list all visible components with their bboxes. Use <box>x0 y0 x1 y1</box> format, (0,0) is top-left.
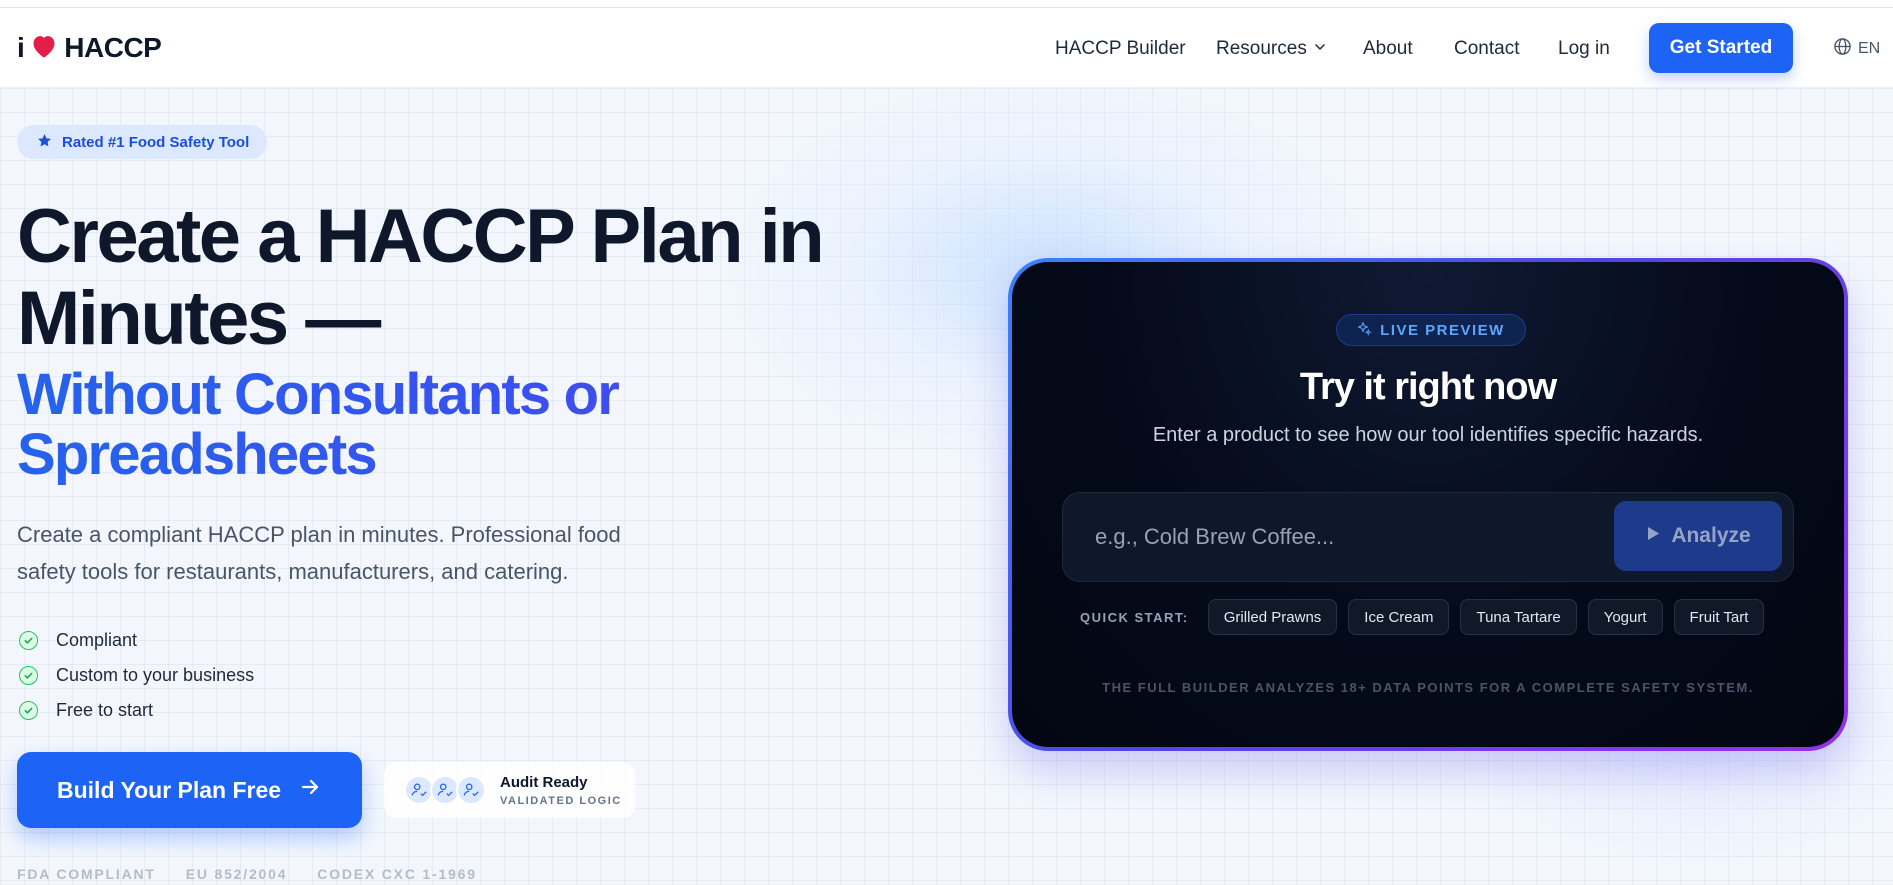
chevron-down-icon <box>1313 38 1327 60</box>
check-circle-icon <box>19 631 38 650</box>
hero-subtitle: Create a compliant HACCP plan in minutes… <box>17 522 621 584</box>
play-icon <box>1645 524 1661 548</box>
globe-icon <box>1833 37 1852 61</box>
nav-resources[interactable]: Resources <box>1216 38 1327 60</box>
nav-login[interactable]: Log in <box>1558 38 1610 60</box>
compliance-item: EU 852/2004 <box>185 866 288 882</box>
rating-badge: Rated #1 Food Safety Tool <box>17 125 267 159</box>
product-input[interactable] <box>1063 493 1603 581</box>
avatar-group <box>404 775 486 805</box>
product-input-group: Analyze <box>1062 492 1794 582</box>
sparkle-icon <box>1357 321 1372 340</box>
compliance-item: FDA COMPLIANT <box>17 866 156 882</box>
feature-item: Compliant <box>19 623 254 658</box>
feature-label: Compliant <box>56 630 138 650</box>
compliance-strip: FDA COMPLIANT EU 852/2004 CODEX CXC 1-19… <box>17 866 477 882</box>
nav-haccp-builder[interactable]: HACCP Builder <box>1055 38 1186 60</box>
audit-ready-card: Audit Ready VALIDATED LOGIC <box>384 762 635 818</box>
quick-start-row: QUICK START: Grilled Prawns Ice Cream Tu… <box>1062 598 1765 636</box>
build-plan-button[interactable]: Build Your Plan Free <box>17 752 362 828</box>
preview-title: Try it right now <box>1299 366 1557 408</box>
language-selector[interactable]: EN <box>1833 37 1880 61</box>
analyze-button[interactable]: Analyze <box>1614 501 1782 571</box>
quick-start-chip[interactable]: Tuna Tartare <box>1460 599 1577 635</box>
feature-checklist: Compliant Custom to your business Free t… <box>19 623 254 728</box>
language-label: EN <box>1858 40 1881 57</box>
audit-title: Audit Ready <box>500 773 588 791</box>
audit-text: Audit Ready VALIDATED LOGIC <box>500 774 622 807</box>
heart-icon <box>30 33 58 64</box>
hero-accent-line1: Without Consultants or <box>17 362 619 427</box>
quick-start-chip[interactable]: Yogurt <box>1587 599 1663 635</box>
hero-title-accent: Without Consultants or Spreadsheets <box>17 365 917 485</box>
live-preview-badge: LIVE PREVIEW <box>1336 314 1526 346</box>
arrow-right-icon <box>299 776 321 804</box>
logo-text: HACCP <box>64 32 162 63</box>
check-circle-icon <box>19 701 38 720</box>
live-preview-card: LIVE PREVIEW Try it right now Enter a pr… <box>1008 258 1848 751</box>
logo-link[interactable]: i HACCP <box>17 32 162 64</box>
quick-start-label: QUICK START: <box>1080 609 1189 625</box>
feature-item: Free to start <box>19 693 254 728</box>
nav-about[interactable]: About <box>1363 38 1413 60</box>
logo-letter: i <box>17 32 25 63</box>
hero-title: Create a HACCP Plan in Minutes — <box>17 196 917 360</box>
quick-start-chip[interactable]: Fruit Tart <box>1673 599 1765 635</box>
check-circle-icon <box>19 666 38 685</box>
preview-footer-note: THE FULL BUILDER ANALYZES 18+ DATA POINT… <box>1102 680 1754 695</box>
nav-resources-label: Resources <box>1216 38 1307 59</box>
user-check-icon <box>456 775 486 805</box>
quick-start-chip[interactable]: Ice Cream <box>1348 599 1450 635</box>
top-strip <box>0 0 1893 8</box>
compliance-item: CODEX CXC 1-1969 <box>317 866 477 882</box>
preview-subtitle: Enter a product to see how our tool iden… <box>1152 424 1704 446</box>
rating-badge-label: Rated #1 Food Safety Tool <box>62 133 250 151</box>
live-preview-card-body: LIVE PREVIEW Try it right now Enter a pr… <box>1012 262 1844 747</box>
nav-contact[interactable]: Contact <box>1454 38 1519 60</box>
top-navigation: i HACCP HACCP Builder Resources About Co… <box>0 8 1893 88</box>
hero-title-line2: Minutes — <box>17 276 381 361</box>
hero-accent-line2: Spreadsheets <box>17 422 376 487</box>
audit-subtitle: VALIDATED LOGIC <box>500 794 622 807</box>
feature-label: Free to start <box>56 700 154 720</box>
live-preview-label: LIVE PREVIEW <box>1380 321 1505 339</box>
analyze-label: Analyze <box>1671 524 1751 547</box>
feature-label: Custom to your business <box>56 665 255 685</box>
feature-item: Custom to your business <box>19 658 254 693</box>
hero-title-line1: Create a HACCP Plan in <box>17 194 825 279</box>
quick-start-chip[interactable]: Grilled Prawns <box>1207 599 1338 635</box>
build-plan-label: Build Your Plan Free <box>57 776 282 803</box>
get-started-button[interactable]: Get Started <box>1649 23 1793 73</box>
star-icon <box>37 133 52 152</box>
